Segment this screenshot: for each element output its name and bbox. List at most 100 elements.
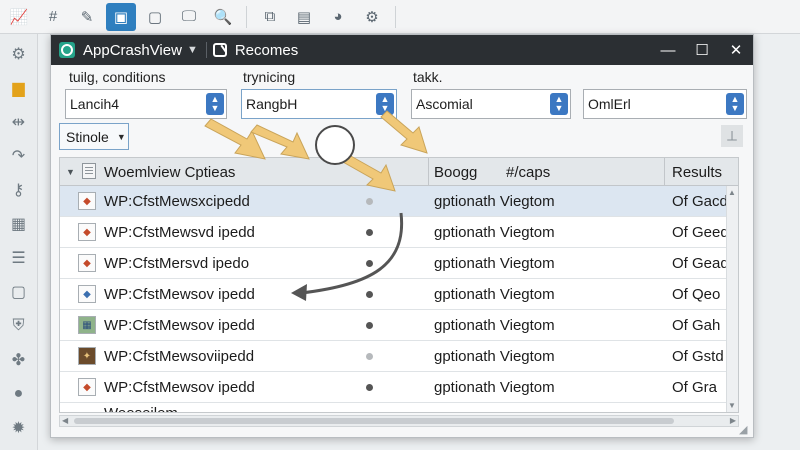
maximize-button[interactable]: ☐ — [685, 35, 719, 65]
resize-grip-icon[interactable]: ◢ — [739, 423, 751, 436]
horizontal-scrollbar[interactable]: ◀ ▶ — [59, 415, 739, 427]
scroll-thumb[interactable] — [74, 418, 674, 424]
scroll-up-icon[interactable]: ▲ — [728, 188, 736, 197]
grid-icon[interactable]: # — [38, 3, 68, 31]
status-dot — [366, 322, 373, 329]
table-row[interactable]: Weoseilem — [60, 403, 738, 412]
file-icon: ◆ — [78, 378, 96, 396]
search-icon[interactable]: 🔍 — [208, 3, 238, 31]
row-description: gptionath Viegtom — [434, 286, 555, 303]
doc-icon[interactable]: ▢ — [5, 278, 33, 306]
key-icon[interactable]: ⚷ — [5, 176, 33, 204]
frame-icon[interactable]: ▢ — [140, 3, 170, 31]
copy-icon[interactable]: ⧉ — [255, 3, 285, 31]
column-header-caps[interactable]: #/caps — [506, 164, 550, 181]
close-button[interactable]: ✕ — [719, 35, 753, 65]
chevron-down-icon[interactable]: ▼ — [187, 44, 198, 56]
title-divider — [205, 42, 207, 58]
filter-label-trynicing: trynicing — [243, 69, 296, 85]
help-icon[interactable]: ✤ — [5, 346, 33, 374]
table-row[interactable]: ◆ WP:CfstMewsxcipedd gptionath Viegtom O… — [60, 186, 738, 217]
row-description: gptionath Viegtom — [434, 348, 555, 365]
minimize-button[interactable]: — — [651, 35, 685, 65]
single-dropdown-button[interactable]: Stinole ▼ — [59, 123, 129, 150]
file-icon: ◆ — [78, 192, 96, 210]
stepper-icon[interactable]: ▲ ▼ — [206, 93, 224, 115]
settings-icon[interactable]: ⚙ — [357, 3, 387, 31]
redo-icon[interactable]: ↷ — [5, 142, 33, 170]
table-row[interactable]: ▦ WP:CfstMewsov ipedd gptionath Viegtom … — [60, 310, 738, 341]
table-row[interactable]: ✦ WP:CfstMewsoviipedd gptionath Viegtom … — [60, 341, 738, 372]
edit-icon[interactable]: ✎ — [72, 3, 102, 31]
scroll-left-icon[interactable]: ◀ — [62, 416, 68, 425]
row-result: Of Gacd — [672, 193, 728, 210]
list-icon[interactable]: ☰ — [5, 244, 33, 272]
column-header-results[interactable]: Results — [672, 164, 722, 181]
save-icon[interactable]: ▦ — [5, 210, 33, 238]
row-name: WP:CfstMewsoviipedd — [104, 348, 255, 365]
stepper-icon[interactable]: ▲ ▼ — [726, 93, 744, 115]
chart-icon[interactable]: 📈 — [4, 3, 34, 31]
row-description: gptionath Viegtom — [434, 224, 555, 241]
column-divider[interactable] — [664, 158, 665, 186]
table-header: ▼ Woemlview Cptieas Boogg #/caps Results — [60, 158, 738, 186]
results-table: ▼ Woemlview Cptieas Boogg #/caps Results… — [59, 157, 739, 413]
row-description: gptionath Viegtom — [434, 317, 555, 334]
shield-icon[interactable]: ⛨ — [5, 312, 33, 340]
filter-field-1[interactable]: Lancih4 ▲ ▼ — [65, 89, 227, 119]
filter-field-2[interactable]: RangbH ▲ ▼ — [241, 89, 397, 119]
gear-icon[interactable]: ⚙ — [5, 40, 33, 68]
circle-icon[interactable]: ● — [5, 380, 33, 408]
stepper-icon[interactable]: ▲ ▼ — [376, 93, 394, 115]
top-toolbar: 📈 # ✎ ▣ ▢ 🖵 🔍 ⧉ ▤ ◕ ⚙ — [0, 0, 800, 34]
file-icon: ◆ — [78, 285, 96, 303]
filter-field-1-value: Lancih4 — [70, 96, 120, 112]
filter-label-takk: takk. — [413, 69, 443, 85]
status-dot — [366, 384, 373, 391]
scroll-down-icon[interactable]: ▼ — [728, 401, 736, 410]
refresh-icon[interactable] — [212, 43, 227, 57]
map-icon: ▦ — [78, 316, 96, 334]
status-dot — [366, 260, 373, 267]
doc-icon[interactable]: ▤ — [289, 3, 319, 31]
left-rail: ⚙ ▆ ⇹ ↷ ⚷ ▦ ☰ ▢ ⛨ ✤ ● ✹ — [0, 34, 38, 450]
row-result: Of Gah — [672, 317, 721, 334]
file-icon: ◆ — [78, 223, 96, 241]
status-dot — [366, 198, 373, 205]
table-row[interactable]: ◆ WP:CfstMewsvd ipedd gptionath Viegtom … — [60, 217, 738, 248]
split-icon[interactable]: ⇹ — [5, 108, 33, 136]
column-header-boogg[interactable]: Boogg — [434, 164, 477, 181]
table-row[interactable]: ◆ WP:CfstMersvd ipedo gptionath Viegtom … — [60, 248, 738, 279]
filter-field-3[interactable]: Ascomial ▲ ▼ — [411, 89, 571, 119]
grid-icon — [82, 163, 96, 179]
page-icon[interactable]: ▣ — [106, 2, 136, 31]
scroll-right-icon[interactable]: ▶ — [730, 416, 736, 425]
filter-field-2-value: RangbH — [246, 96, 298, 112]
collapse-caret-icon[interactable]: ▼ — [66, 167, 75, 177]
table-row[interactable]: ◆ WP:CfstMewsov ipedd gptionath Viegtom … — [60, 372, 738, 403]
column-divider[interactable] — [428, 158, 429, 186]
row-name: WP:CfstMewsov ipedd — [104, 379, 255, 396]
caret-down-icon: ▼ — [116, 131, 126, 142]
gear-icon[interactable]: ✹ — [5, 414, 33, 442]
folder-icon[interactable]: ▆ — [5, 74, 33, 102]
app-icon — [59, 42, 75, 58]
chart-pie-icon[interactable]: ◕ — [323, 3, 353, 31]
monitor-icon[interactable]: 🖵 — [174, 3, 204, 31]
filter-field-4-value: OmlErl — [588, 96, 631, 112]
photo-icon: ✦ — [78, 347, 96, 365]
row-name: WP:CfstMewsxcipedd — [104, 193, 250, 210]
column-header-name[interactable]: Woemlview Cptieas — [104, 164, 235, 181]
table-row[interactable]: ◆ WP:CfstMewsov ipedd gptionath Viegtom … — [60, 279, 738, 310]
clear-icon[interactable]: ⟂ — [721, 125, 743, 147]
row-name: WP:CfstMewsov ipedd — [104, 317, 255, 334]
toolbar-divider — [395, 5, 396, 28]
vertical-scrollbar[interactable]: ▲ ▼ — [726, 186, 738, 412]
stepper-icon[interactable]: ▲ ▼ — [550, 93, 568, 115]
row-description: gptionath Viegtom — [434, 193, 555, 210]
app-window: AppCrashView ▼ Recomes — ☐ ✕ tuilg, cond… — [50, 34, 754, 438]
row-name: WP:CfstMersvd ipedo — [104, 255, 250, 272]
status-dot — [366, 353, 373, 360]
filter-field-4[interactable]: OmlErl ▲ ▼ — [583, 89, 747, 119]
row-description: gptionath Viegtom — [434, 379, 555, 396]
